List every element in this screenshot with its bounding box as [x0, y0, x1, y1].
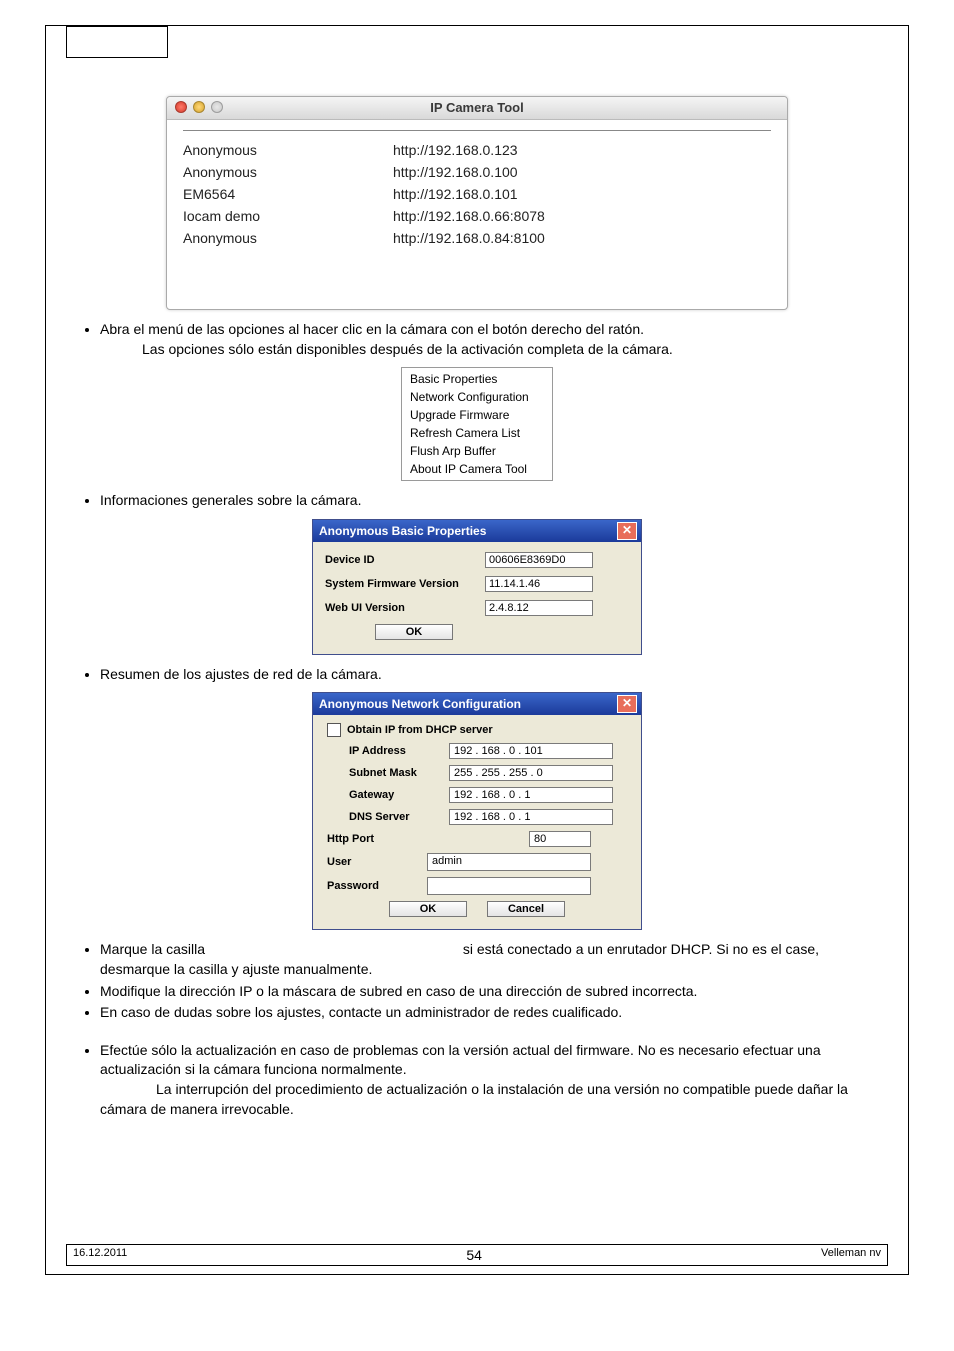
http-port-field[interactable]: 80 — [529, 831, 591, 847]
gateway-field[interactable]: 192 . 168 . 0 . 1 — [449, 787, 613, 803]
field-label: Gateway — [349, 789, 449, 801]
minimize-icon[interactable] — [193, 101, 205, 113]
menu-item[interactable]: Basic Properties — [402, 370, 552, 388]
camera-row[interactable]: Iocam demohttp://192.168.0.66:8078 — [183, 205, 771, 227]
camera-row[interactable]: Anonymoushttp://192.168.0.100 — [183, 161, 771, 183]
field-label: Subnet Mask — [349, 767, 449, 779]
ok-button[interactable]: OK — [375, 624, 453, 640]
bullet-text: Modifique la dirección IP o la máscara d… — [100, 982, 888, 1002]
context-menu: Basic Properties Network Configuration U… — [401, 367, 553, 481]
footer-brand: Velleman nv — [821, 1247, 881, 1263]
bullet-text: En caso de dudas sobre los ajustes, cont… — [100, 1003, 888, 1023]
ip-camera-tool-window: IP Camera Tool Anonymoushttp://192.168.0… — [166, 96, 788, 310]
close-icon[interactable] — [175, 101, 187, 113]
menu-item[interactable]: About IP Camera Tool — [402, 460, 552, 478]
close-icon[interactable]: ✕ — [617, 522, 637, 540]
window-titlebar: IP Camera Tool — [167, 97, 787, 120]
ip-address-field[interactable]: 192 . 168 . 0 . 101 — [449, 743, 613, 759]
prop-value: 00606E8369D0 — [485, 552, 593, 568]
menu-item[interactable]: Refresh Camera List — [402, 424, 552, 442]
field-label: Password — [327, 880, 427, 892]
ok-button[interactable]: OK — [389, 901, 467, 917]
footer-date: 16.12.2011 — [73, 1247, 127, 1263]
menu-item[interactable]: Upgrade Firmware — [402, 406, 552, 424]
page-footer: 16.12.2011 54 Velleman nv — [66, 1244, 888, 1266]
dns-server-field[interactable]: 192 . 168 . 0 . 1 — [449, 809, 613, 825]
prop-value: 11.14.1.46 — [485, 576, 593, 592]
camera-row[interactable]: Anonymoushttp://192.168.0.84:8100 — [183, 227, 771, 249]
dhcp-label: Obtain IP from DHCP server — [347, 724, 493, 736]
zoom-icon[interactable] — [211, 101, 223, 113]
bullet-text: Efectúe sólo la actualización en caso de… — [100, 1041, 888, 1119]
dialog-title: Anonymous Basic Properties — [319, 524, 486, 538]
field-label: DNS Server — [349, 811, 449, 823]
field-label: User — [327, 856, 427, 868]
menu-item[interactable]: Flush Arp Buffer — [402, 442, 552, 460]
close-icon[interactable]: ✕ — [617, 695, 637, 713]
subnet-mask-field[interactable]: 255 . 255 . 255 . 0 — [449, 765, 613, 781]
footer-page: 54 — [466, 1247, 482, 1263]
prop-label: Web UI Version — [325, 602, 485, 614]
prop-value: 2.4.8.12 — [485, 600, 593, 616]
camera-row[interactable]: Anonymoushttp://192.168.0.123 — [183, 139, 771, 161]
logo-placeholder — [66, 26, 168, 58]
bullet-text: Marque la casilla si está conectado a un… — [100, 940, 888, 979]
dhcp-checkbox[interactable] — [327, 723, 341, 737]
cancel-button[interactable]: Cancel — [487, 901, 565, 917]
field-label: Http Port — [327, 833, 427, 845]
basic-properties-dialog: Anonymous Basic Properties ✕ Device ID00… — [312, 519, 642, 655]
network-config-dialog: Anonymous Network Configuration ✕ Obtain… — [312, 692, 642, 930]
camera-row[interactable]: EM6564http://192.168.0.101 — [183, 183, 771, 205]
menu-item[interactable]: Network Configuration — [402, 388, 552, 406]
window-title: IP Camera Tool — [430, 100, 523, 115]
prop-label: System Firmware Version — [325, 578, 485, 590]
prop-label: Device ID — [325, 554, 485, 566]
password-field[interactable] — [427, 877, 591, 895]
bullet-text: Resumen de los ajustes de red de la cáma… — [100, 665, 888, 685]
field-label: IP Address — [349, 745, 449, 757]
user-field[interactable]: admin — [427, 853, 591, 871]
dialog-title: Anonymous Network Configuration — [319, 697, 521, 711]
bullet-text: Informaciones generales sobre la cámara. — [100, 491, 888, 511]
bullet-text: Abra el menú de las opciones al hacer cl… — [100, 320, 888, 359]
